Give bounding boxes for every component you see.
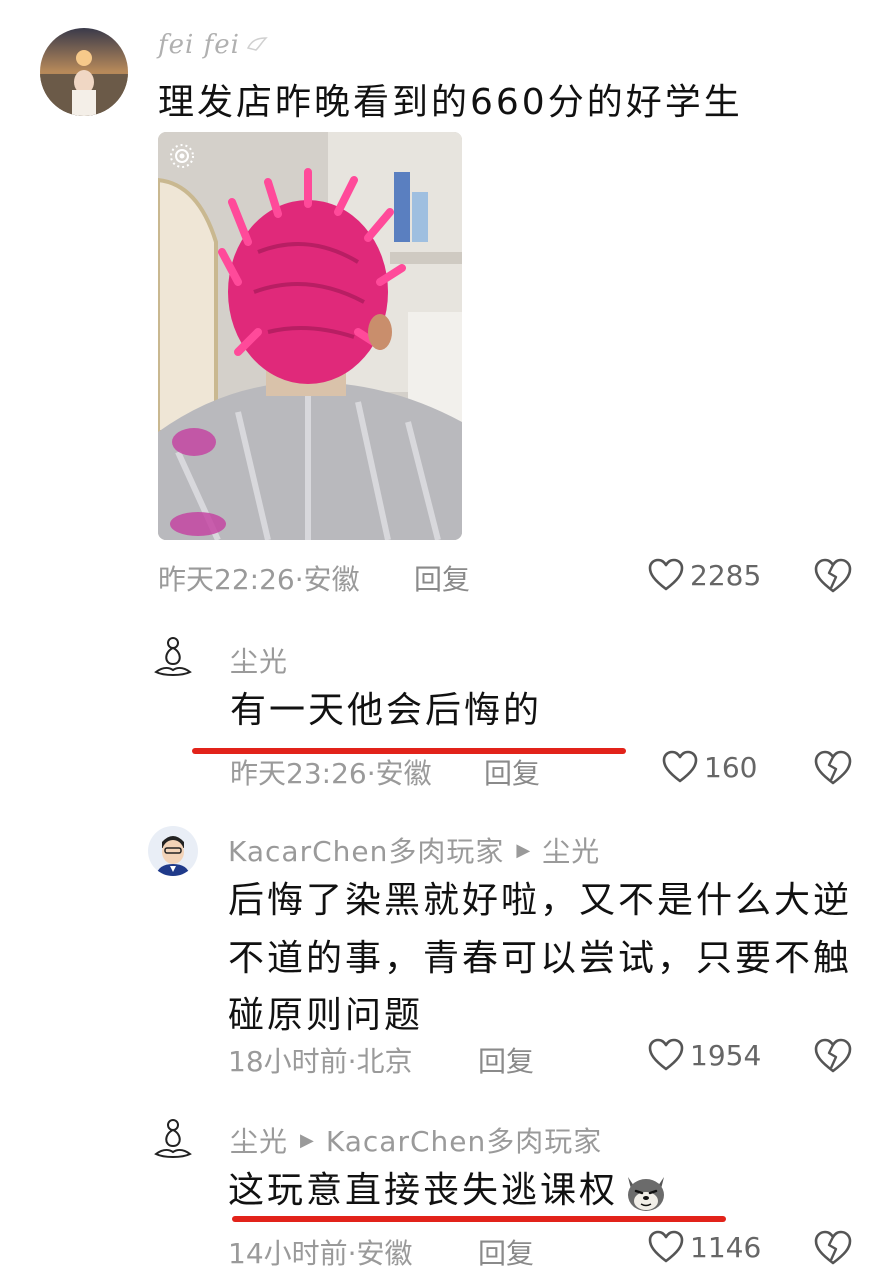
comment-2-reply-button[interactable]: 回复 [478, 1040, 534, 1080]
comment-3-like-button[interactable]: 1146 [648, 1230, 761, 1264]
post-reply-button[interactable]: 回复 [414, 558, 470, 598]
comment-2-reply-to[interactable]: 尘光 [542, 830, 600, 870]
comment-3-dislike-button[interactable] [814, 1230, 852, 1270]
comment-1-avatar[interactable] [150, 634, 196, 680]
post-meta: 昨天22:26·安徽 [158, 563, 360, 596]
comment-1-dislike-button[interactable] [814, 750, 852, 790]
comment-3-username[interactable]: 尘光 [230, 1120, 288, 1160]
comment-2-username[interactable]: KacarChen多肉玩家 [228, 830, 504, 870]
live-photo-icon [168, 142, 196, 174]
heart-outline-icon [662, 750, 698, 783]
post-image[interactable] [158, 132, 462, 540]
meditation-figure-icon [154, 1119, 192, 1158]
comment-2-like-button[interactable]: 1954 [648, 1038, 761, 1072]
comment-2-meta: 18小时前·北京 [228, 1045, 413, 1078]
comment-1-username[interactable]: 尘光 [230, 640, 288, 680]
avatar-photo [40, 28, 128, 116]
comment-1-like-count: 160 [704, 750, 758, 784]
broken-heart-icon [814, 750, 852, 785]
post-avatar[interactable] [40, 28, 128, 116]
comment-3-text: 这玩意直接丧失逃课权 [228, 1170, 619, 1211]
broken-heart-icon [814, 1230, 852, 1265]
post-text: 理发店昨晚看到的660分的好学生 [158, 82, 743, 123]
avatar-photo [148, 826, 198, 876]
pink-hair-photo [158, 132, 462, 540]
comment-2-avatar[interactable] [148, 826, 198, 876]
comment-2-text: 后悔了染黑就好啦，又不是什么大逆不道的事，青春可以尝试，只要不触碰原则问题 [228, 880, 853, 1037]
comment-1-reply-button[interactable]: 回复 [484, 752, 540, 792]
triangle-right-icon: ▶ [516, 839, 531, 861]
heart-outline-icon [648, 1230, 684, 1263]
post-like-count: 2285 [690, 558, 762, 592]
comment-3-meta: 14小时前·安徽 [228, 1237, 413, 1270]
comment-1-meta: 昨天23:26·安徽 [230, 757, 432, 790]
dog-face-emoji [628, 1176, 665, 1211]
broken-heart-icon [814, 558, 852, 593]
dove-icon [246, 37, 268, 51]
heart-outline-icon [648, 1038, 684, 1071]
comment-1-like-button[interactable]: 160 [662, 750, 757, 784]
comment-3-reply-to[interactable]: KacarChen多肉玩家 [326, 1120, 602, 1160]
post-username[interactable]: fei fei [158, 30, 240, 60]
heart-outline-icon [648, 558, 684, 591]
broken-heart-icon [814, 1038, 852, 1073]
red-underline [232, 1216, 726, 1222]
post-like-button[interactable]: 2285 [648, 558, 761, 592]
comment-2-like-count: 1954 [690, 1038, 762, 1072]
triangle-right-icon: ▶ [300, 1129, 314, 1151]
comment-3-reply-button[interactable]: 回复 [478, 1232, 534, 1272]
meditation-figure-icon [154, 637, 192, 676]
comment-1-text: 有一天他会后悔的 [230, 690, 543, 731]
post-dislike-button[interactable] [814, 558, 852, 598]
comment-2-dislike-button[interactable] [814, 1038, 852, 1078]
comment-3-avatar[interactable] [150, 1116, 196, 1162]
comment-3-like-count: 1146 [690, 1230, 762, 1264]
